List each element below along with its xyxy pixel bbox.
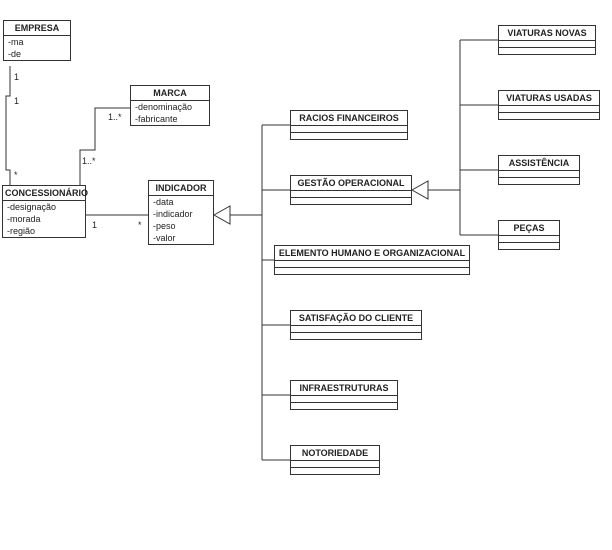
class-name: INFRAESTRUTURAS [291, 381, 397, 396]
class-concessionario: CONCESSIONÁRIO -designação -morada -regi… [2, 185, 86, 238]
class-empresa: EMPRESA -ma -de [3, 20, 71, 61]
class-name: INDICADOR [149, 181, 213, 196]
attr: -fabricante [131, 113, 209, 125]
attr: -de [4, 48, 70, 60]
mult: * [14, 170, 18, 180]
attr: -data [149, 196, 213, 208]
attr: -designação [3, 201, 85, 213]
class-name: PEÇAS [499, 221, 559, 236]
class-name: NOTORIEDADE [291, 446, 379, 461]
class-name: VIATURAS NOVAS [499, 26, 595, 41]
class-name: MARCA [131, 86, 209, 101]
mult: 1..* [108, 112, 122, 122]
attr: -morada [3, 213, 85, 225]
class-assistencia: ASSISTÊNCIA [498, 155, 580, 185]
attr: -peso [149, 220, 213, 232]
class-marca: MARCA -denominação -fabricante [130, 85, 210, 126]
mult: * [138, 220, 142, 230]
mult: 1 [14, 96, 19, 106]
class-racios-financeiros: RACIOS FINANCEIROS [290, 110, 408, 140]
class-gestao-operacional: GESTÃO OPERACIONAL [290, 175, 412, 205]
class-indicador: INDICADOR -data -indicador -peso -valor [148, 180, 214, 245]
class-satisfacao-cliente: SATISFAÇÃO DO CLIENTE [290, 310, 422, 340]
class-name: VIATURAS USADAS [499, 91, 599, 106]
class-name: GESTÃO OPERACIONAL [291, 176, 411, 191]
class-elemento-humano: ELEMENTO HUMANO E ORGANIZACIONAL [274, 245, 470, 275]
class-name: ELEMENTO HUMANO E ORGANIZACIONAL [275, 246, 469, 261]
mult: 1 [14, 72, 19, 82]
class-name: ASSISTÊNCIA [499, 156, 579, 171]
class-notoriedade: NOTORIEDADE [290, 445, 380, 475]
mult: 1 [92, 220, 97, 230]
class-viaturas-usadas: VIATURAS USADAS [498, 90, 600, 120]
class-infraestruturas: INFRAESTRUTURAS [290, 380, 398, 410]
attr: -região [3, 225, 85, 237]
attr: -indicador [149, 208, 213, 220]
class-pecas: PEÇAS [498, 220, 560, 250]
class-name: SATISFAÇÃO DO CLIENTE [291, 311, 421, 326]
class-name: EMPRESA [4, 21, 70, 36]
attr: -ma [4, 36, 70, 48]
mult: 1..* [82, 156, 96, 166]
class-viaturas-novas: VIATURAS NOVAS [498, 25, 596, 55]
attr: -valor [149, 232, 213, 244]
attr: -denominação [131, 101, 209, 113]
class-name: CONCESSIONÁRIO [3, 186, 85, 201]
class-name: RACIOS FINANCEIROS [291, 111, 407, 126]
